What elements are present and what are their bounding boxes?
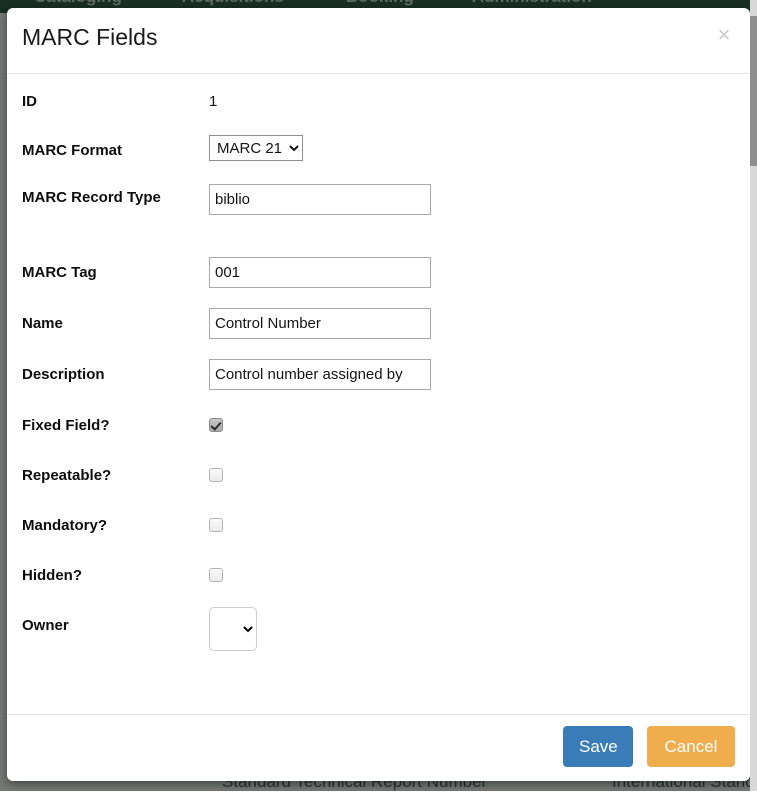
- page-title: MARC Fields: [22, 24, 157, 51]
- label-marc-format: MARC Format: [22, 140, 202, 161]
- marc-record-type-input[interactable]: [209, 184, 431, 215]
- cancel-button[interactable]: Cancel: [647, 726, 735, 767]
- name-input[interactable]: [209, 308, 431, 339]
- fixed-field-checkbox[interactable]: [209, 418, 223, 432]
- marc-tag-input[interactable]: [209, 257, 431, 288]
- close-icon[interactable]: ×: [713, 24, 735, 46]
- mandatory-checkbox[interactable]: [209, 518, 223, 532]
- owner-select[interactable]: [209, 607, 257, 651]
- value-id: 1: [209, 93, 217, 110]
- scrollbar-track[interactable]: [750, 0, 757, 791]
- save-button[interactable]: Save: [563, 726, 633, 767]
- label-mandatory: Mandatory?: [22, 515, 202, 536]
- label-marc-record-type: MARC Record Type: [22, 186, 202, 210]
- hidden-checkbox[interactable]: [209, 568, 223, 582]
- scrollbar-thumb[interactable]: [750, 16, 757, 166]
- modal-body: ID 1 MARC Format MARC 21 MARC Record Typ…: [7, 74, 750, 715]
- label-marc-tag: MARC Tag: [22, 262, 202, 283]
- marc-format-select[interactable]: MARC 21: [209, 135, 303, 161]
- label-owner: Owner: [22, 615, 202, 636]
- label-repeatable: Repeatable?: [22, 465, 202, 486]
- label-hidden: Hidden?: [22, 565, 202, 586]
- modal-header: MARC Fields ×: [7, 8, 750, 74]
- description-input[interactable]: [209, 359, 431, 390]
- marc-fields-modal: MARC Fields × ID 1 MARC Format MARC 21 M…: [7, 8, 750, 781]
- label-id: ID: [22, 91, 202, 112]
- modal-footer: Save Cancel: [7, 715, 750, 781]
- label-fixed-field: Fixed Field?: [22, 415, 202, 436]
- label-description: Description: [22, 364, 202, 385]
- repeatable-checkbox[interactable]: [209, 468, 223, 482]
- label-name: Name: [22, 313, 202, 334]
